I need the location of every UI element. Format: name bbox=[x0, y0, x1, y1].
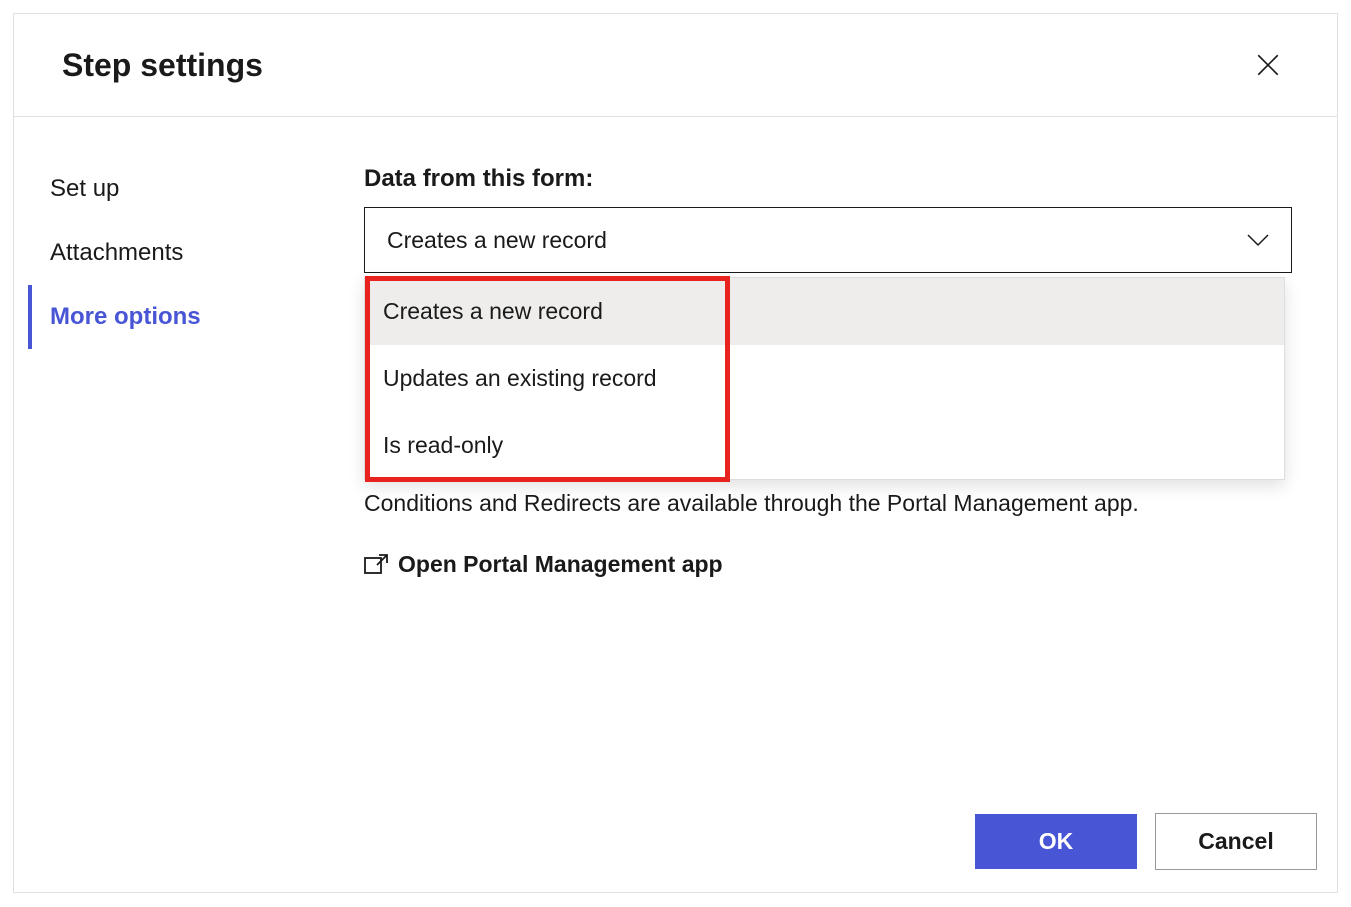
dialog-footer: OK Cancel bbox=[14, 791, 1337, 892]
open-external-icon bbox=[364, 554, 388, 574]
field-label: Data from this form: bbox=[364, 165, 1293, 193]
cancel-button[interactable]: Cancel bbox=[1155, 813, 1317, 870]
dropdown-menu: Creates a new record Updates an existing… bbox=[364, 277, 1285, 480]
dropdown-selected-value: Creates a new record bbox=[387, 227, 607, 254]
close-button[interactable] bbox=[1247, 44, 1289, 86]
help-text: Conditions and Redirects are available t… bbox=[364, 486, 1293, 521]
dialog-title: Step settings bbox=[62, 47, 263, 84]
dropdown-option-create[interactable]: Creates a new record bbox=[365, 278, 1284, 345]
main-content: Data from this form: Creates a new recor… bbox=[364, 117, 1337, 791]
dropdown-option-readonly[interactable]: Is read-only bbox=[365, 412, 1284, 479]
sidebar: Set up Attachments More options bbox=[14, 117, 364, 791]
close-icon bbox=[1255, 52, 1281, 78]
sidebar-item-attachments[interactable]: Attachments bbox=[14, 221, 364, 285]
portal-management-link[interactable]: Open Portal Management app bbox=[364, 551, 1293, 578]
data-form-dropdown[interactable]: Creates a new record bbox=[364, 207, 1292, 273]
dialog-body: Set up Attachments More options Data fro… bbox=[14, 117, 1337, 791]
dialog-header: Step settings bbox=[14, 14, 1337, 117]
chevron-down-icon bbox=[1247, 233, 1269, 247]
dropdown-option-update[interactable]: Updates an existing record bbox=[365, 345, 1284, 412]
sidebar-item-more-options[interactable]: More options bbox=[28, 285, 364, 349]
ok-button[interactable]: OK bbox=[975, 814, 1137, 869]
sidebar-item-setup[interactable]: Set up bbox=[14, 157, 364, 221]
portal-link-label: Open Portal Management app bbox=[398, 551, 723, 578]
step-settings-dialog: Step settings Set up Attachments More op… bbox=[13, 13, 1338, 893]
